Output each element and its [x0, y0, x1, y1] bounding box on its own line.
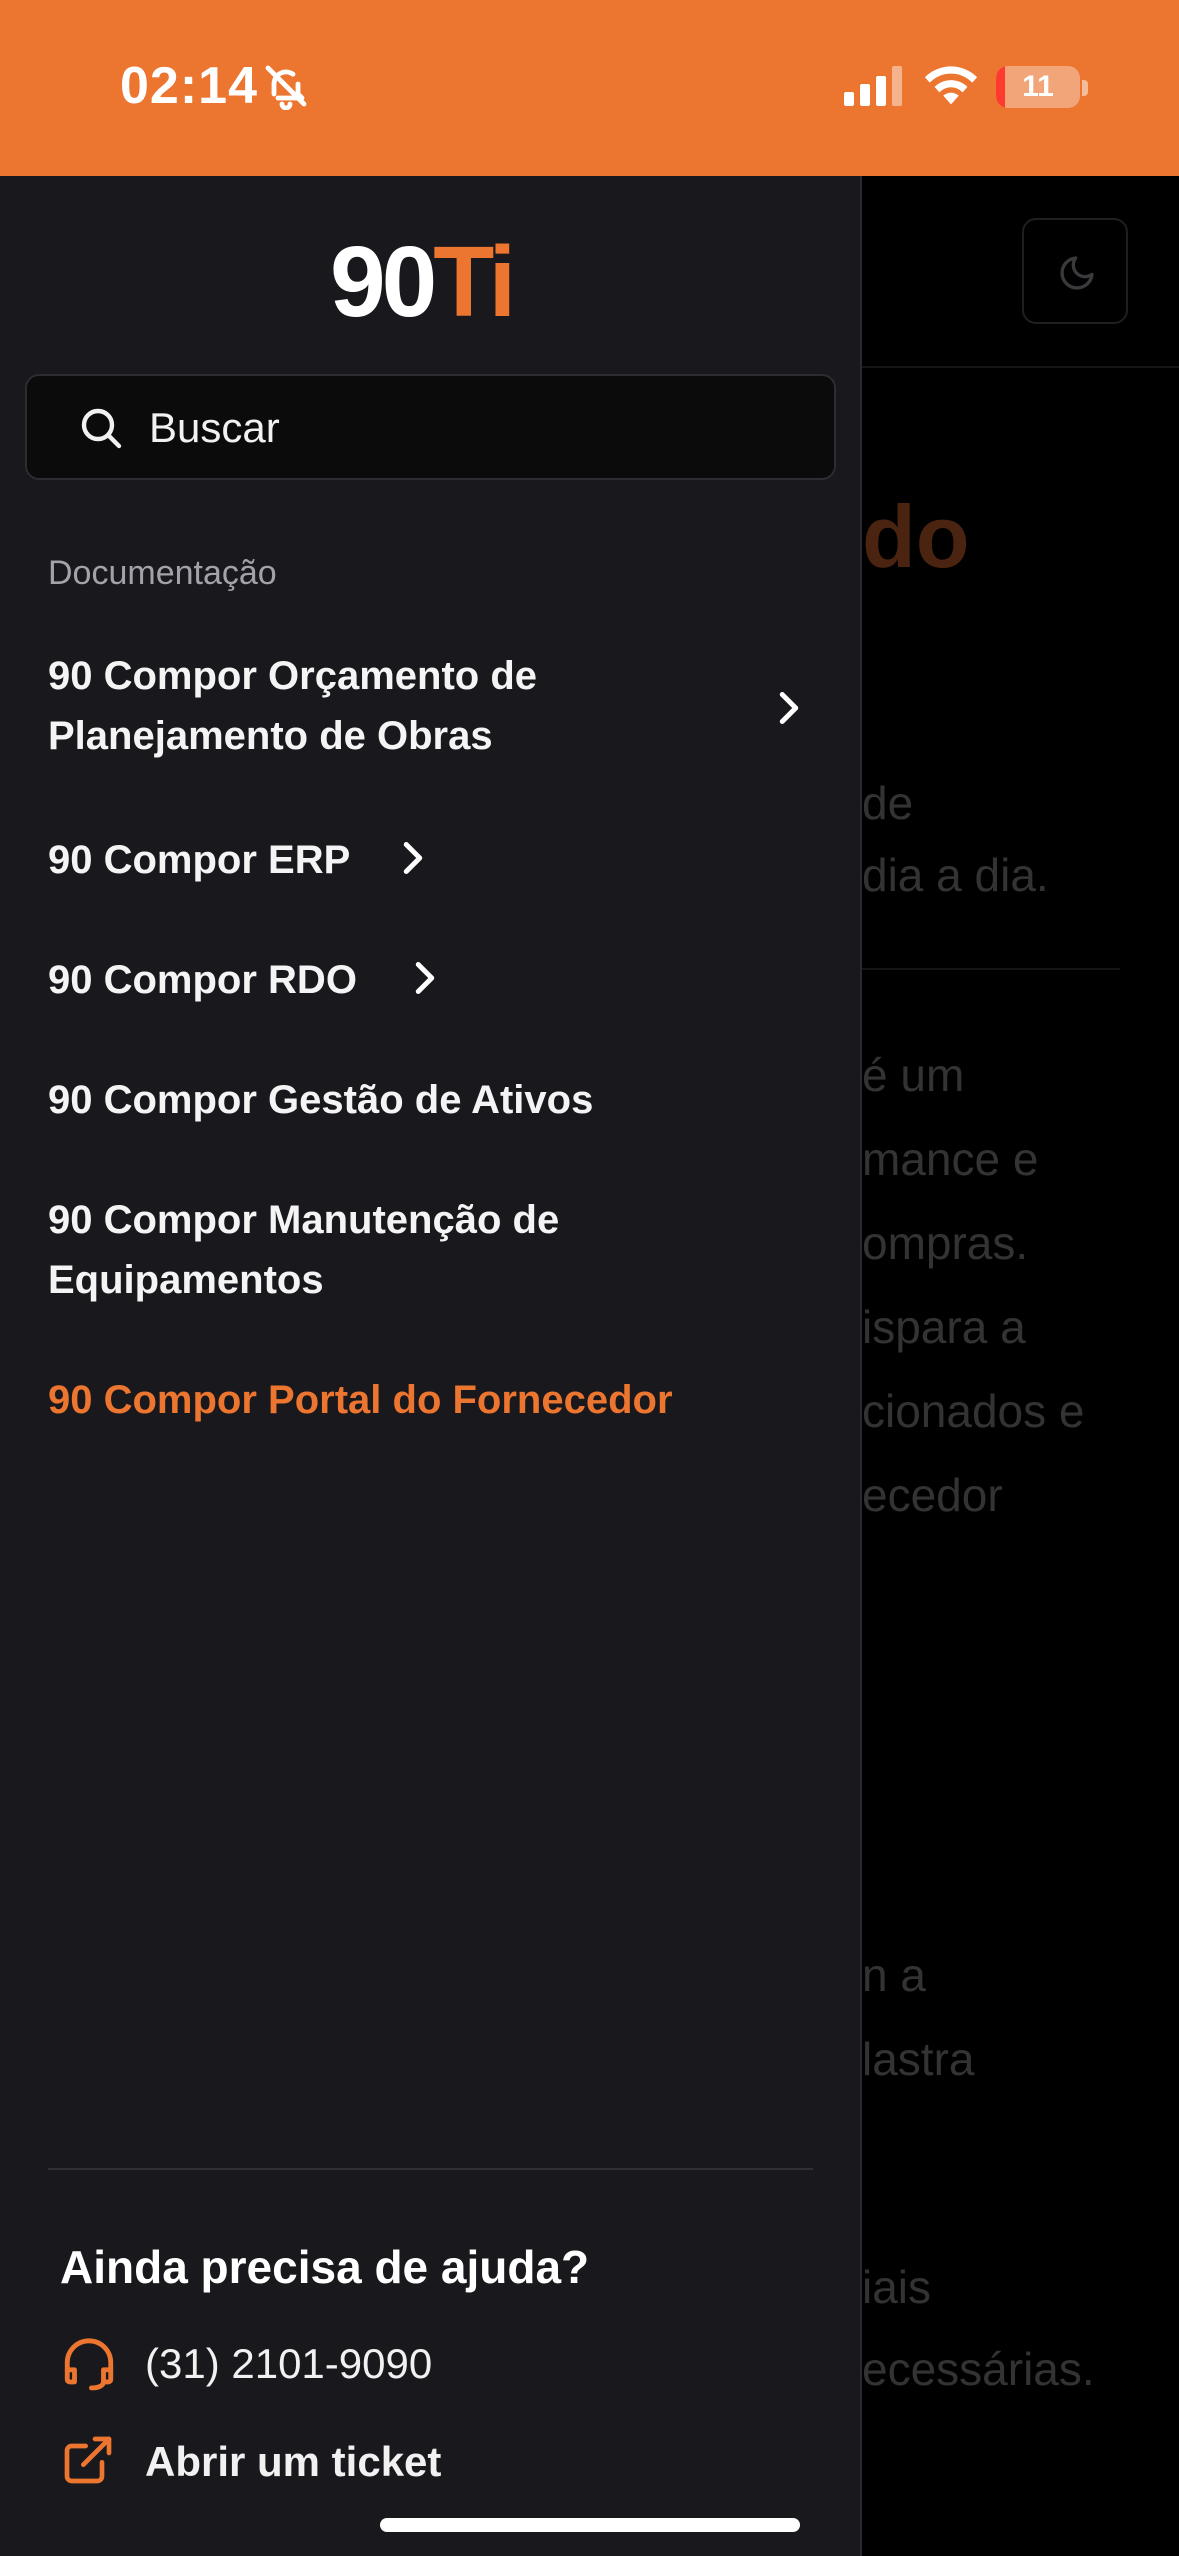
paragraph-fragment: mance e: [862, 1133, 1039, 1185]
chevron-right-icon[interactable]: [774, 690, 804, 726]
nav-item-manutencao[interactable]: 90 Compor Manutenção de Equipamentos: [48, 1190, 808, 1310]
cellular-signal-icon: [844, 66, 902, 106]
chevron-right-icon[interactable]: [398, 840, 428, 876]
nav-item-label-line2: Planejamento de Obras: [48, 714, 493, 758]
search-placeholder: Buscar: [149, 404, 280, 451]
headset-icon: [64, 2338, 114, 2391]
wifi-icon: [924, 66, 978, 105]
moon-icon: [1060, 256, 1094, 290]
paragraph-fragment: lastra: [862, 2033, 975, 2085]
header-divider: [862, 366, 1179, 368]
background-page: do de dia a dia. é um mance e ompras. is…: [862, 176, 1179, 2556]
nav-item-gestao-ativos[interactable]: 90 Compor Gestão de Ativos: [48, 1070, 593, 1130]
nav-item-orcamento[interactable]: 90 Compor Orçamento de Planejamento de O…: [48, 646, 788, 766]
paragraph-fragment: é um: [862, 1049, 965, 1101]
paragraph-fragment: cionados e: [862, 1385, 1085, 1437]
paragraph-fragment: iais: [862, 2261, 932, 2313]
bell-slash-icon: [265, 65, 307, 110]
page-title-fragment: do: [862, 487, 970, 586]
battery-icon: 11: [996, 66, 1080, 108]
nav-item-label-line1: 90 Compor Orçamento de: [48, 654, 538, 698]
paragraph-fragment: ompras.: [862, 1217, 1029, 1269]
external-link-icon: [64, 2436, 112, 2484]
logo-main: 90: [330, 226, 437, 338]
nav-item-rdo[interactable]: 90 Compor RDO: [48, 950, 357, 1010]
status-time: 02:14: [120, 57, 258, 115]
nav-item-label-line2: Equipamentos: [48, 1258, 324, 1302]
help-divider: [48, 2168, 813, 2170]
content-divider: [862, 968, 1120, 970]
paragraph-fragment: dia a dia.: [862, 849, 1049, 901]
nav-item-erp[interactable]: 90 Compor ERP: [48, 830, 350, 890]
theme-toggle-button[interactable]: [1022, 218, 1128, 324]
paragraph-fragment: de: [862, 777, 914, 829]
logo-accent: Ti: [433, 226, 516, 338]
status-bar: 02:14 11: [0, 0, 1179, 176]
nav-item-portal-fornecedor[interactable]: 90 Compor Portal do Fornecedor: [48, 1370, 673, 1430]
paragraph-fragment: n a: [862, 1949, 926, 2001]
search-input[interactable]: Buscar: [25, 374, 836, 480]
search-icon: [81, 408, 122, 449]
open-ticket-link[interactable]: Abrir um ticket: [145, 2438, 441, 2486]
phone-link[interactable]: (31) 2101-9090: [145, 2340, 432, 2388]
chevron-right-icon[interactable]: [410, 960, 440, 996]
navigation-drawer: 90Ti Buscar Documentação 90 Compor Orçam…: [0, 176, 862, 2556]
paragraph-fragment: ispara a: [862, 1301, 1026, 1353]
nav-item-label-line1: 90 Compor Manutenção de: [48, 1198, 560, 1242]
battery-cap: [1082, 80, 1088, 96]
section-title: Documentação: [48, 554, 277, 592]
home-indicator[interactable]: [380, 2518, 800, 2532]
paragraph-fragment: ecedor: [862, 1469, 1003, 1521]
logo[interactable]: 90Ti: [330, 232, 516, 332]
paragraph-fragment: ecessárias.: [862, 2343, 1095, 2395]
battery-level: 11: [1022, 70, 1054, 103]
help-title: Ainda precisa de ajuda?: [60, 2241, 590, 2293]
